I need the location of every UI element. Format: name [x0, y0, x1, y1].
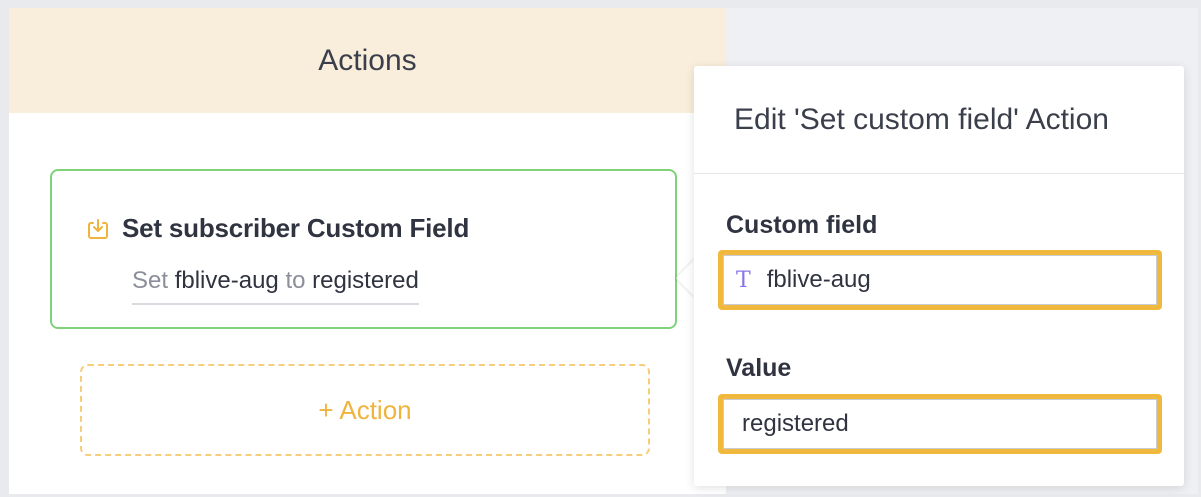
custom-field-select[interactable]: T fblive-aug [718, 250, 1162, 310]
action-card-title-row: Set subscriber Custom Field [86, 213, 469, 244]
edit-action-popover: Edit 'Set custom field' Action Custom fi… [694, 66, 1184, 486]
actions-header-title: Actions [318, 43, 417, 77]
text-type-icon: T [736, 267, 751, 293]
actions-panel: Actions Set subscriber Custom Field Set … [9, 8, 726, 494]
add-action-button[interactable]: + Action [80, 364, 650, 456]
value-input-text: registered [742, 410, 849, 437]
custom-field-select-inner: T fblive-aug [723, 255, 1157, 305]
action-card-summary[interactable]: Set fblive-aug to registered [132, 267, 419, 305]
custom-field-label: Custom field [726, 211, 878, 239]
add-action-label: + Action [318, 394, 412, 425]
download-box-icon [86, 217, 110, 241]
value-input[interactable]: registered [718, 394, 1162, 454]
set-custom-field-action-card[interactable]: Set subscriber Custom Field Set fblive-a… [50, 169, 677, 329]
value-label: Value [726, 354, 792, 382]
popover-arrow [676, 258, 696, 298]
value-input-inner: registered [723, 399, 1157, 449]
page: Actions Set subscriber Custom Field Set … [0, 0, 1201, 497]
summary-field-name: fblive-aug [174, 267, 279, 294]
action-card-title: Set subscriber Custom Field [122, 213, 470, 243]
popover-title-text: Edit 'Set custom field' Action [734, 102, 1109, 136]
summary-mid: to [285, 267, 306, 294]
summary-value: registered [312, 267, 419, 294]
popover-title: Edit 'Set custom field' Action [694, 66, 1184, 174]
summary-prefix: Set [132, 267, 169, 294]
actions-header: Actions [9, 8, 726, 113]
custom-field-select-value: fblive-aug [766, 266, 871, 293]
